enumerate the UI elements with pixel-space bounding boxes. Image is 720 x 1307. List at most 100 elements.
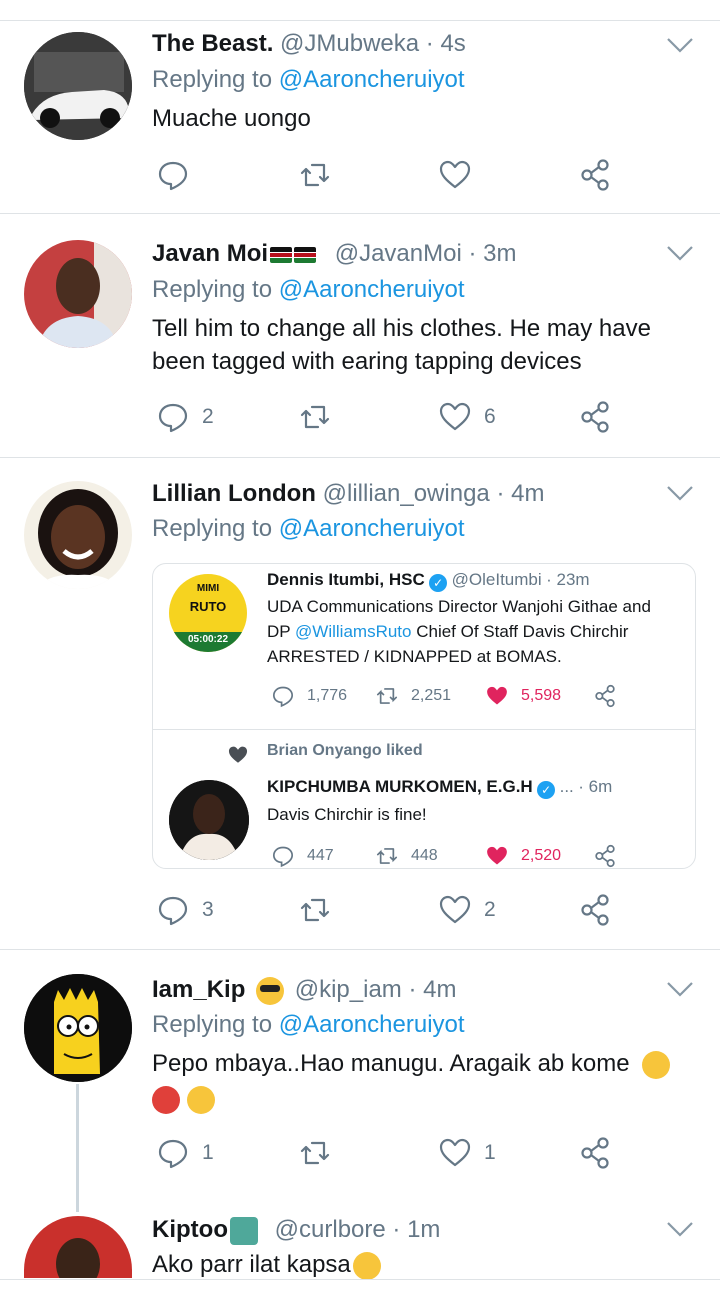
like-icon	[439, 402, 471, 431]
tweet-header: Iam_Kip @kip_iam · 4m	[152, 976, 456, 1005]
reply-button[interactable]: 2	[156, 397, 214, 437]
replying-to: Replying to @Aaroncheruiyot	[152, 66, 465, 93]
tweet-header: The Beast. @JMubweka · 4s	[152, 30, 466, 58]
verified-icon: ✓	[429, 574, 448, 592]
display-name[interactable]: Kiptoo	[152, 1216, 228, 1243]
avatar[interactable]	[24, 481, 132, 589]
share-button[interactable]	[578, 1133, 612, 1173]
quoted-replies: 447	[271, 844, 334, 868]
timestamp[interactable]: · 3m	[468, 240, 516, 267]
quoted-replies: 1,776	[271, 684, 347, 708]
thread-connector	[76, 1084, 79, 1212]
liked-by: Brian Onyango liked	[267, 742, 423, 759]
user-handle[interactable]: @curlbore	[275, 1216, 386, 1243]
like-button[interactable]: 2	[438, 890, 496, 930]
avatar[interactable]	[24, 240, 132, 348]
mention-link[interactable]: @Aaroncheruiyot	[279, 276, 465, 303]
display-name[interactable]: Javan Moi	[152, 240, 268, 267]
display-name[interactable]: The Beast.	[152, 30, 273, 57]
separator	[0, 949, 720, 950]
retweet-icon	[300, 1141, 330, 1165]
reply-button[interactable]: 3	[156, 890, 214, 930]
mention-link[interactable]: @Aaroncheruiyot	[279, 1011, 465, 1038]
share-icon	[581, 401, 609, 433]
separator	[153, 729, 695, 730]
replying-to: Replying to @Aaroncheruiyot	[152, 515, 465, 542]
attached-image-card[interactable]: MIMI RUTO 05:00:22 Dennis Itumbi, HSC ✓ …	[152, 563, 696, 869]
like-icon	[487, 686, 507, 705]
reply-button[interactable]: 1	[156, 1133, 214, 1173]
timestamp[interactable]: · 4s	[426, 30, 466, 57]
retweet-button[interactable]	[298, 1133, 332, 1173]
quoted-header: KIPCHUMBA MURKOMEN, E.G.H ✓ ... · 6m	[267, 777, 613, 799]
quoted-header: Dennis Itumbi, HSC ✓ @OleItumbi · 23m	[267, 570, 590, 592]
display-name[interactable]: Iam_Kip	[152, 976, 245, 1003]
user-handle[interactable]: @lillian_owinga	[323, 480, 490, 507]
separator	[0, 457, 720, 458]
avatar[interactable]	[24, 1216, 132, 1278]
retweet-icon	[300, 405, 330, 429]
avatar[interactable]	[24, 32, 132, 140]
tweet-header: Lillian London @lillian_owinga · 4m	[152, 480, 544, 508]
like-button[interactable]: 1	[438, 1133, 496, 1173]
retweet-icon	[300, 898, 330, 922]
timestamp[interactable]: · 1m	[392, 1216, 440, 1243]
retweet-icon	[376, 848, 398, 864]
quoted-share	[593, 684, 629, 708]
retweet-button[interactable]	[298, 155, 332, 195]
retweet-icon	[376, 688, 398, 704]
like-button[interactable]	[438, 155, 484, 195]
quoted-retweets: 448	[375, 844, 438, 868]
user-handle[interactable]: @kip_iam	[295, 976, 402, 1003]
chevron-down-icon[interactable]	[666, 244, 694, 262]
tweet-text: Pepo mbaya..Hao manugu. Aragaik ab kome	[152, 1050, 630, 1077]
like-button[interactable]: 6	[438, 397, 496, 437]
reply-icon	[272, 846, 294, 868]
user-handle[interactable]: @JMubweka	[280, 30, 419, 57]
reply-icon	[158, 403, 188, 433]
quoted-avatar: MIMI RUTO 05:00:22	[169, 574, 247, 652]
retweet-button[interactable]	[298, 890, 332, 930]
avatar[interactable]	[24, 974, 132, 1082]
bottom-edge	[0, 1279, 720, 1307]
timestamp[interactable]: · 4m	[496, 480, 544, 507]
sweat-smile-emoji-icon	[352, 1251, 381, 1280]
user-handle[interactable]: @JavanMoi	[335, 240, 462, 267]
replying-to: Replying to @Aaroncheruiyot	[152, 1011, 465, 1038]
quoted-avatar	[169, 780, 249, 860]
timestamp[interactable]: · 4m	[408, 976, 456, 1003]
quoted-likes: 2,520	[485, 844, 561, 868]
verified-icon: ✓	[537, 781, 556, 799]
chevron-down-icon[interactable]	[666, 484, 694, 502]
reply-button[interactable]	[156, 155, 202, 195]
tweet-actions: 2 6	[152, 397, 622, 437]
quoted-avatar-caption: MIMI RUTO	[189, 583, 227, 614]
tweet-text: Muache uongo	[152, 105, 311, 132]
quoted-text: Davis Chirchir is fine!	[267, 805, 427, 824]
like-icon	[439, 160, 471, 189]
tweet-header: Javan Moi @JavanMoi · 3m	[152, 240, 516, 268]
chevron-down-icon[interactable]	[666, 980, 694, 998]
sleepy-face-emoji-icon	[186, 1085, 215, 1114]
reply-icon	[158, 161, 188, 191]
mention-link[interactable]: @Aaroncheruiyot	[279, 515, 465, 542]
share-icon	[581, 1137, 609, 1169]
tweet-header: Kiptoo @curlbore · 1m	[152, 1216, 440, 1245]
mention-link[interactable]: @Aaroncheruiyot	[279, 66, 465, 93]
steam-nose-emoji-icon	[642, 1050, 671, 1079]
share-button[interactable]	[578, 155, 612, 195]
tweet-text-container: Pepo mbaya..Hao manugu. Aragaik ab kome	[152, 1047, 692, 1114]
share-button[interactable]	[578, 890, 612, 930]
countdown-strip: 05:00:22	[169, 632, 247, 652]
like-icon	[439, 1138, 471, 1167]
chevron-down-icon[interactable]	[666, 1220, 694, 1238]
reply-icon	[158, 896, 188, 926]
quoted-likes: 5,598	[485, 684, 561, 708]
share-button[interactable]	[578, 397, 612, 437]
cursing-face-emoji-icon	[152, 1085, 180, 1114]
quoted-text: UDA Communications Director Wanjohi Gith…	[267, 597, 651, 666]
kenya-flag-icon	[294, 246, 317, 263]
display-name[interactable]: Lillian London	[152, 480, 316, 507]
chevron-down-icon[interactable]	[666, 36, 694, 54]
retweet-button[interactable]	[298, 397, 332, 437]
